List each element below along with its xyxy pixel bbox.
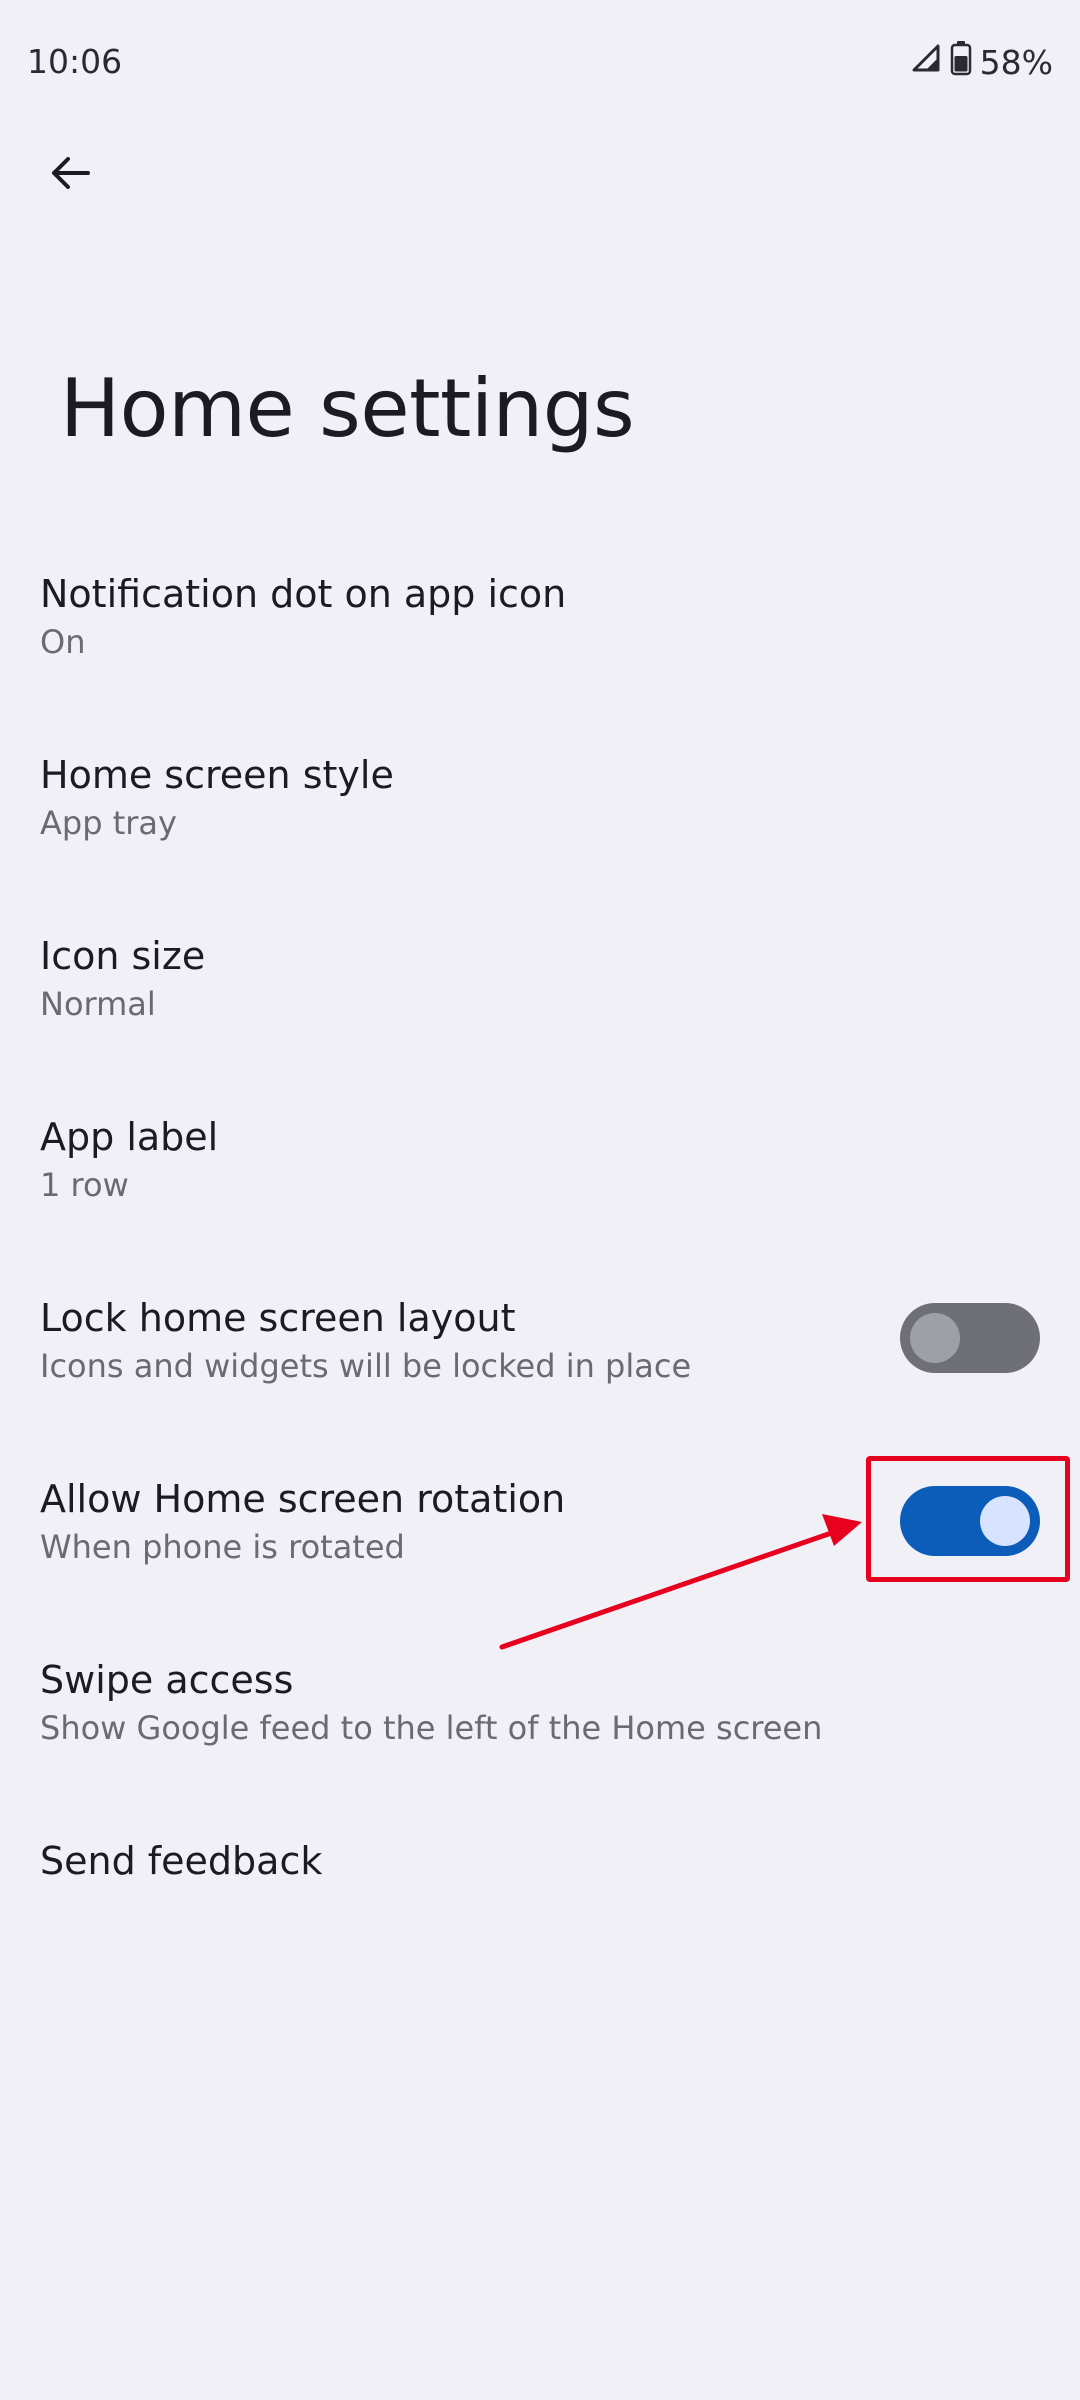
setting-icon-size[interactable]: Icon size Normal (0, 917, 1080, 1087)
setting-home-screen-style[interactable]: Home screen style App tray (0, 736, 1080, 906)
setting-subtitle: 1 row (40, 1166, 129, 1204)
battery-icon (950, 40, 972, 84)
setting-subtitle: Icons and widgets will be locked in plac… (40, 1347, 692, 1385)
setting-subtitle: Normal (40, 985, 156, 1023)
back-button[interactable] (30, 135, 110, 215)
setting-subtitle: Show Google feed to the left of the Home… (40, 1709, 823, 1747)
setting-title: Icon size (40, 934, 206, 978)
status-bar: 10:06 58% (0, 0, 1080, 130)
toggle-knob (910, 1313, 960, 1363)
cellular-signal-icon (910, 42, 942, 82)
setting-title: App label (40, 1115, 219, 1159)
setting-lock-home-screen-layout[interactable]: Lock home screen layout Icons and widget… (0, 1279, 1080, 1449)
setting-send-feedback[interactable]: Send feedback (0, 1822, 1080, 1992)
setting-title: Swipe access (40, 1658, 294, 1702)
annotation-highlight-box (866, 1456, 1070, 1582)
setting-title: Lock home screen layout (40, 1296, 516, 1340)
battery-percent: 58% (979, 42, 1053, 82)
status-icons: 58% (910, 40, 1053, 84)
setting-title: Home screen style (40, 753, 394, 797)
setting-subtitle: When phone is rotated (40, 1528, 405, 1566)
setting-subtitle: On (40, 623, 86, 661)
lock-layout-toggle[interactable] (900, 1303, 1040, 1373)
setting-title: Notification dot on app icon (40, 572, 567, 616)
setting-title: Allow Home screen rotation (40, 1477, 566, 1521)
status-time: 10:06 (27, 42, 123, 81)
setting-title: Send feedback (40, 1839, 323, 1883)
setting-notification-dot[interactable]: Notification dot on app icon On (0, 555, 1080, 725)
back-arrow-icon (48, 151, 92, 199)
setting-app-label[interactable]: App label 1 row (0, 1098, 1080, 1268)
setting-swipe-access[interactable]: Swipe access Show Google feed to the lef… (0, 1641, 1080, 1811)
page-title: Home settings (60, 362, 635, 455)
setting-subtitle: App tray (40, 804, 177, 842)
